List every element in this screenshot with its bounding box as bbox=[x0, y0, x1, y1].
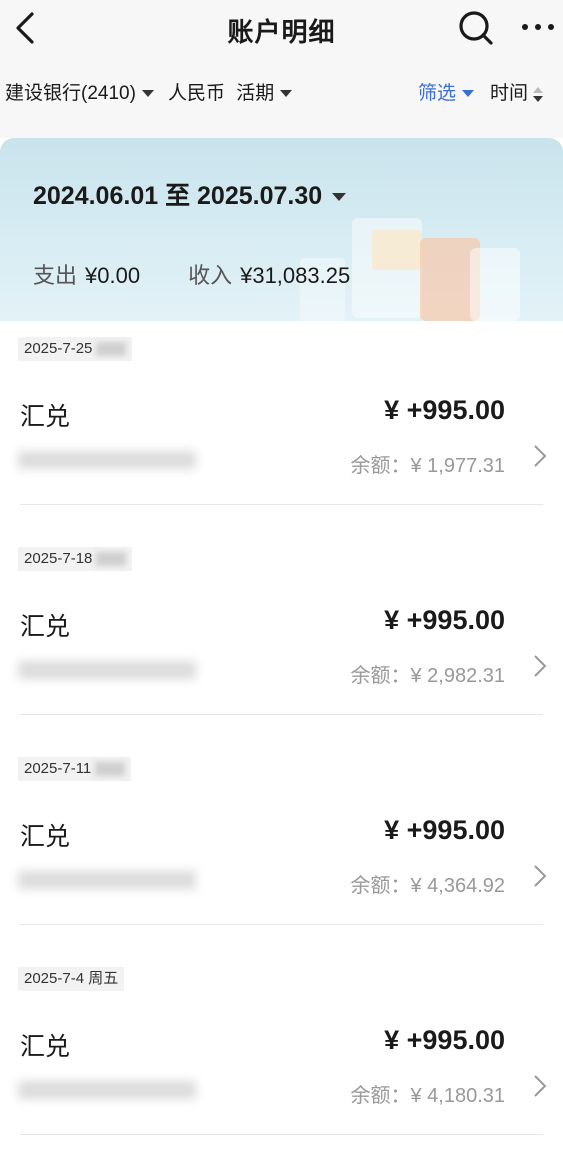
blurred-description bbox=[18, 871, 196, 889]
account-selector[interactable]: 建设银行(2410) bbox=[5, 78, 154, 105]
date-tag: 2025-7-4 周五 bbox=[18, 967, 125, 991]
income-label: 收入 bbox=[188, 263, 233, 288]
date-tag: 2025-7-11 bbox=[18, 757, 132, 781]
blurred-description bbox=[18, 661, 196, 679]
divider bbox=[20, 504, 543, 505]
divider bbox=[20, 714, 543, 715]
transaction-group: 2025-7-11 汇兑 ¥ +995.00 余额：¥ 4,364.92 bbox=[0, 741, 563, 951]
date-range-label: 2024.06.01 至 2025.07.30 bbox=[33, 182, 323, 210]
expense-label: 支出 bbox=[33, 263, 78, 288]
weekday-label: 周五 bbox=[88, 970, 119, 987]
more-icon bbox=[522, 24, 554, 30]
caret-down-icon bbox=[332, 193, 347, 202]
transaction-amount: ¥ +995.00 bbox=[384, 815, 505, 845]
sort-label: 时间 bbox=[490, 83, 529, 104]
transaction-name: 汇兑 bbox=[20, 403, 71, 431]
transaction-name: 汇兑 bbox=[20, 613, 71, 641]
search-icon bbox=[459, 11, 493, 45]
sort-button[interactable]: 时间 bbox=[490, 78, 544, 105]
date-label: 2025-7-25 bbox=[24, 340, 93, 357]
blurred-weekday bbox=[95, 762, 126, 777]
divider bbox=[20, 1134, 543, 1135]
filter-button[interactable]: 筛选 bbox=[418, 78, 475, 105]
background-decoration bbox=[372, 230, 422, 270]
blurred-description bbox=[18, 1081, 196, 1099]
transaction-amount: ¥ +995.00 bbox=[384, 395, 505, 425]
search-button[interactable] bbox=[458, 10, 494, 46]
date-label: 2025-7-11 bbox=[24, 760, 92, 777]
more-button[interactable] bbox=[518, 12, 558, 42]
transaction-group: 2025-7-4 周五 汇兑 ¥ +995.00 余额：¥ 4,180.31 bbox=[0, 951, 563, 1161]
transaction-balance: 余额：¥ 4,180.31 bbox=[350, 1085, 505, 1107]
transaction-amount: ¥ +995.00 bbox=[384, 1025, 505, 1055]
caret-down-icon bbox=[280, 90, 293, 98]
transaction-name: 汇兑 bbox=[20, 1033, 71, 1061]
date-range-selector[interactable]: 2024.06.01 至 2025.07.30 bbox=[33, 176, 347, 212]
transaction-balance: 余额：¥ 4,364.92 bbox=[350, 875, 505, 897]
transaction-amount: ¥ +995.00 bbox=[384, 605, 505, 635]
chevron-right-icon[interactable] bbox=[530, 1071, 550, 1101]
sort-icon bbox=[533, 85, 544, 103]
account-type-label: 活期 bbox=[236, 83, 275, 104]
blurred-weekday bbox=[96, 552, 127, 567]
income-value: ¥31,083.25 bbox=[240, 263, 351, 288]
chevron-right-icon[interactable] bbox=[530, 861, 550, 891]
summary-card: 2024.06.01 至 2025.07.30 支出 ¥0.00 收入 ¥31,083… bbox=[0, 138, 563, 321]
chevron-right-icon[interactable] bbox=[530, 651, 550, 681]
caret-down-icon bbox=[141, 90, 154, 98]
background-decoration bbox=[470, 248, 520, 321]
transaction-group: 2025-7-18 汇兑 ¥ +995.00 余额：¥ 2,982.31 bbox=[0, 531, 563, 741]
blurred-description bbox=[18, 451, 196, 469]
transaction-balance: 余额：¥ 2,982.31 bbox=[350, 665, 505, 687]
top-nav-bar: 账户明细 bbox=[0, 0, 563, 56]
date-label: 2025-7-18 bbox=[24, 550, 93, 567]
date-tag: 2025-7-18 bbox=[18, 547, 133, 571]
currency-type-selector[interactable]: 人民币 活期 bbox=[168, 78, 293, 105]
expense-value: ¥0.00 bbox=[85, 263, 141, 288]
chevron-right-icon[interactable] bbox=[530, 441, 550, 471]
currency-label: 人民币 bbox=[168, 83, 226, 104]
caret-down-icon bbox=[462, 90, 475, 98]
transaction-name: 汇兑 bbox=[20, 823, 71, 851]
blurred-weekday bbox=[96, 342, 127, 357]
account-label: 建设银行(2410) bbox=[5, 83, 136, 104]
filter-bar: 建设银行(2410) 人民币 活期 筛选 时间 bbox=[0, 56, 563, 138]
transaction-group: 2025-7-25 汇兑 ¥ +995.00 余额：¥ 1,977.31 bbox=[0, 321, 563, 531]
divider bbox=[20, 924, 543, 925]
totals: 支出 ¥0.00 收入 ¥31,083.25 bbox=[33, 258, 350, 290]
transaction-list: 2025-7-25 汇兑 ¥ +995.00 余额：¥ 1,977.31 202… bbox=[0, 321, 563, 1161]
filter-label: 筛选 bbox=[418, 83, 457, 104]
date-tag: 2025-7-25 bbox=[18, 337, 133, 361]
date-label: 2025-7-4 bbox=[24, 970, 85, 987]
transaction-balance: 余额：¥ 1,977.31 bbox=[350, 455, 505, 477]
